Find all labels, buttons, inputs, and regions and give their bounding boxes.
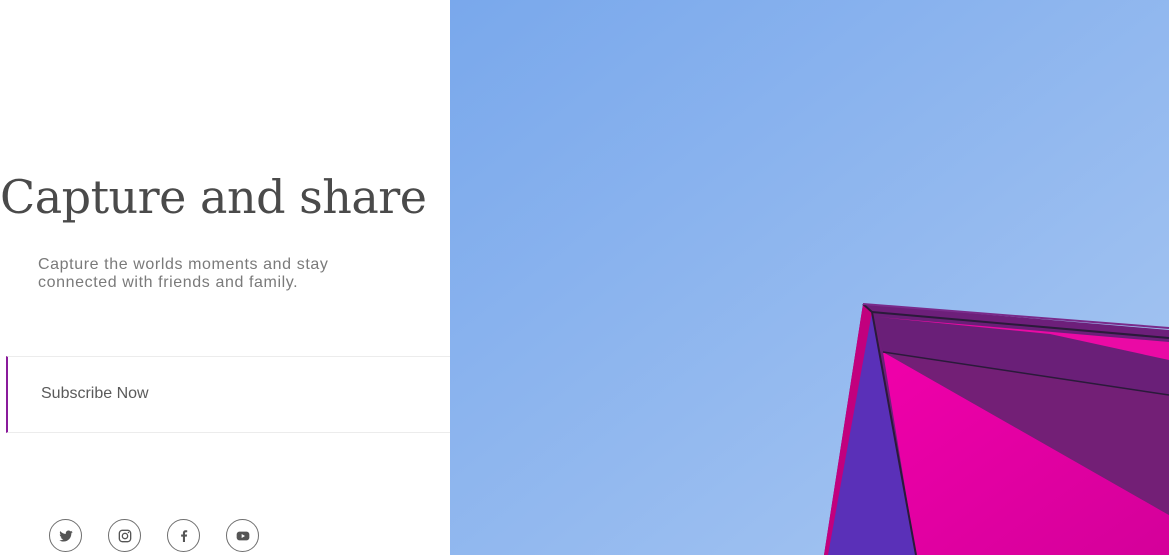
subscribe-label: Subscribe Now [41, 385, 149, 402]
building-sky-photo [450, 0, 1169, 555]
facebook-link[interactable] [167, 519, 200, 552]
hero-image [450, 0, 1169, 555]
youtube-icon [236, 531, 249, 540]
instagram-link[interactable] [108, 519, 141, 552]
hero-subtitle: Capture the worlds moments and stay conn… [38, 256, 329, 291]
social-links [49, 519, 259, 552]
youtube-link[interactable] [226, 519, 259, 552]
facebook-icon [180, 529, 187, 542]
subscribe-button[interactable]: Subscribe Now [6, 356, 450, 433]
hero-title: Capture and share [0, 170, 427, 224]
twitter-icon [58, 530, 73, 542]
twitter-link[interactable] [49, 519, 82, 552]
hero-text-panel: Capture and share Capture the worlds mom… [0, 0, 450, 555]
instagram-icon [118, 529, 131, 542]
